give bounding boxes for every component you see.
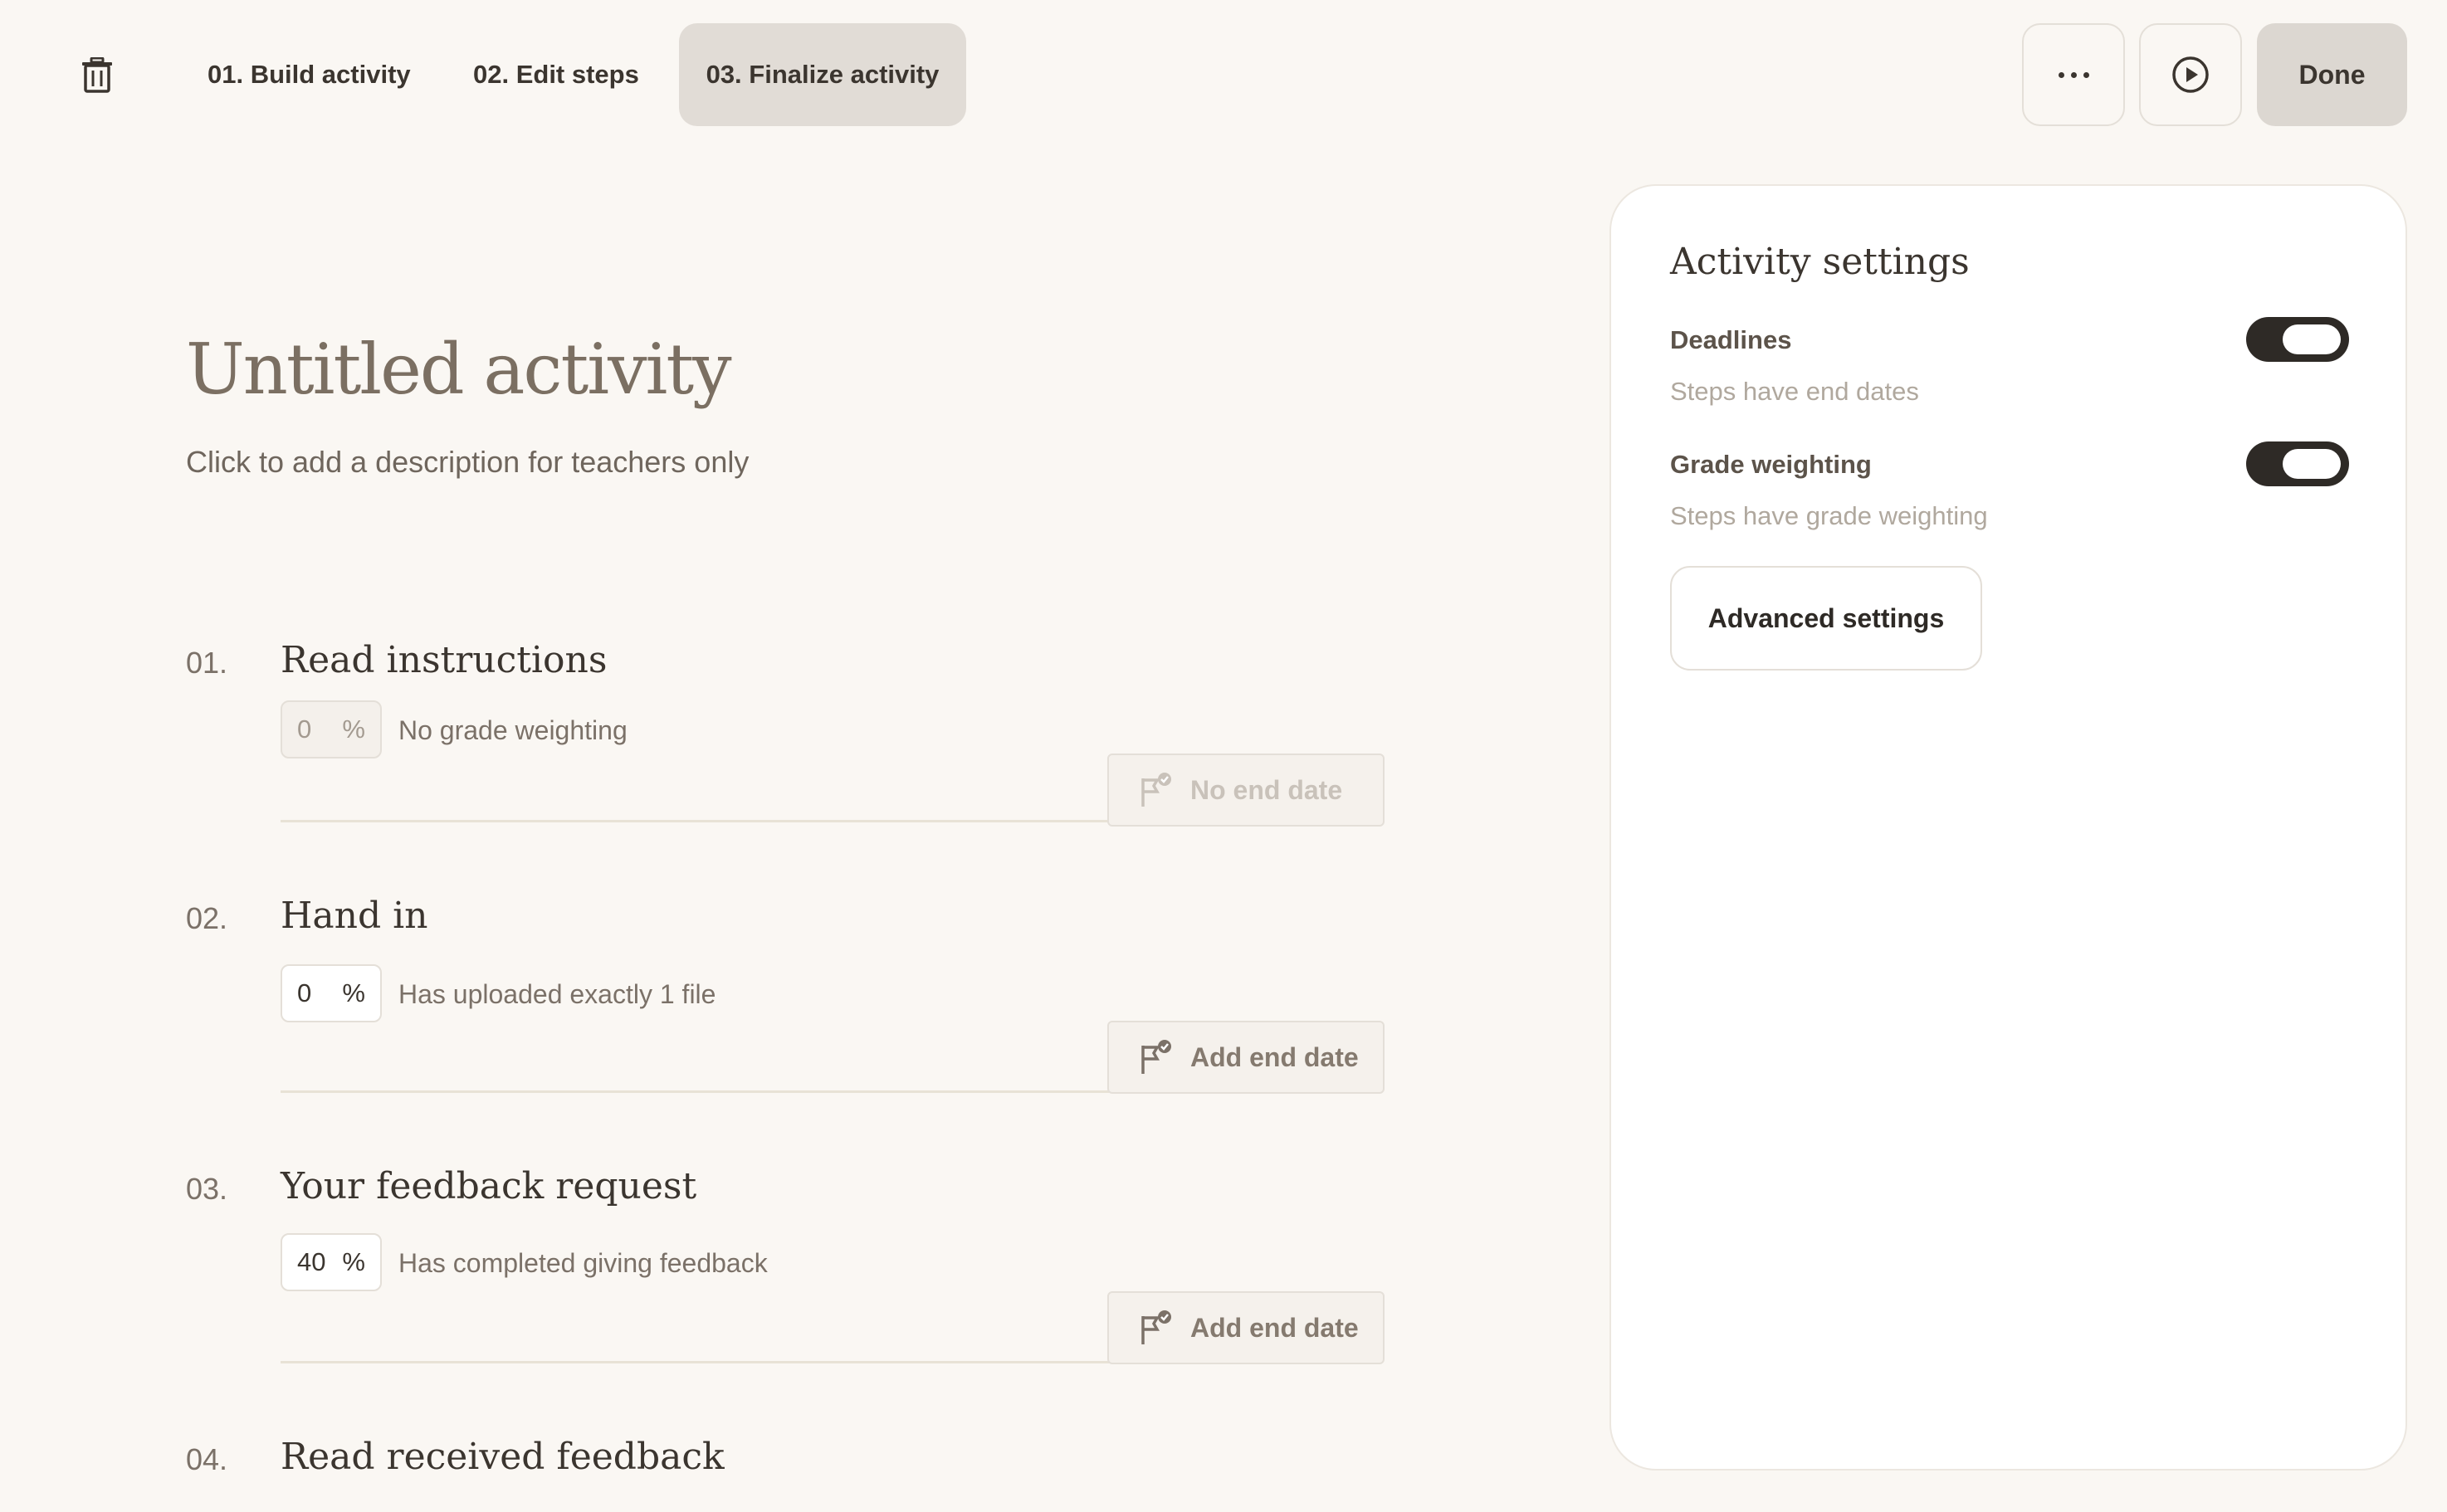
- grade-condition: No grade weighting: [398, 715, 628, 745]
- delete-button[interactable]: [76, 55, 118, 96]
- settings-title: Activity settings: [1670, 241, 1970, 283]
- grade-weighting-description: Steps have grade weighting: [1670, 501, 1988, 530]
- more-options-button[interactable]: [2022, 23, 2125, 126]
- grade-weight-input[interactable]: 0 %: [281, 700, 382, 758]
- tab-build-activity[interactable]: 01. Build activity: [179, 23, 439, 126]
- grade-weight-value: 40: [297, 1247, 326, 1276]
- step-divider: [281, 1361, 1111, 1363]
- end-date-label: Add end date: [1190, 1041, 1359, 1072]
- toggle-knob: [2283, 449, 2341, 479]
- top-bar: 01. Build activity 02. Edit steps 03. Fi…: [0, 0, 2447, 149]
- preview-button[interactable]: [2139, 23, 2242, 126]
- activity-settings-panel: Activity settings Deadlines Steps have e…: [1609, 184, 2407, 1471]
- ellipsis-icon: [2058, 71, 2089, 78]
- step-title[interactable]: Your feedback request: [281, 1165, 696, 1207]
- tab-edit-steps[interactable]: 02. Edit steps: [445, 23, 667, 126]
- grade-weighting-toggle[interactable]: [2246, 441, 2349, 486]
- end-date-button[interactable]: Add end date: [1107, 1291, 1385, 1364]
- step-divider: [281, 820, 1111, 822]
- grade-weight-value: 0: [297, 978, 312, 1007]
- grade-weight-input[interactable]: 40 %: [281, 1233, 382, 1291]
- advanced-settings-button[interactable]: Advanced settings: [1670, 566, 1982, 671]
- grade-condition: Has uploaded exactly 1 file: [398, 979, 716, 1009]
- deadlines-toggle[interactable]: [2246, 317, 2349, 362]
- deadlines-label: Deadlines: [1670, 325, 1792, 354]
- percent-sign: %: [342, 715, 365, 744]
- flag-check-icon: [1141, 1310, 1171, 1344]
- step-number: 03.: [186, 1172, 228, 1206]
- step-title[interactable]: Hand in: [281, 895, 428, 937]
- activity-title[interactable]: Untitled activity: [186, 329, 732, 410]
- step-divider: [281, 1090, 1111, 1093]
- step-number: 02.: [186, 901, 228, 935]
- percent-sign: %: [342, 978, 365, 1007]
- activity-description[interactable]: Click to add a description for teachers …: [186, 445, 749, 480]
- play-circle-icon: [2172, 56, 2209, 93]
- end-date-label: No end date: [1190, 774, 1343, 805]
- grade-weighting-label: Grade weighting: [1670, 450, 1872, 479]
- step-title[interactable]: Read instructions: [281, 639, 607, 681]
- grade-condition: Has completed giving feedback: [398, 1248, 768, 1278]
- trash-icon: [82, 57, 112, 93]
- toggle-knob: [2283, 324, 2341, 354]
- percent-sign: %: [342, 1247, 365, 1276]
- done-button[interactable]: Done: [2257, 23, 2407, 126]
- flag-check-icon: [1141, 773, 1171, 807]
- end-date-button[interactable]: No end date: [1107, 754, 1385, 827]
- grade-weight-input[interactable]: 0 %: [281, 964, 382, 1022]
- step-title[interactable]: Read received feedback: [281, 1436, 725, 1478]
- step-number: 04.: [186, 1442, 228, 1476]
- grade-weight-value: 0: [297, 715, 312, 744]
- flag-check-icon: [1141, 1040, 1171, 1074]
- step-number: 01.: [186, 646, 228, 680]
- end-date-button[interactable]: Add end date: [1107, 1021, 1385, 1094]
- deadlines-description: Steps have end dates: [1670, 377, 1919, 406]
- tab-finalize-activity[interactable]: 03. Finalize activity: [679, 23, 966, 126]
- end-date-label: Add end date: [1190, 1312, 1359, 1343]
